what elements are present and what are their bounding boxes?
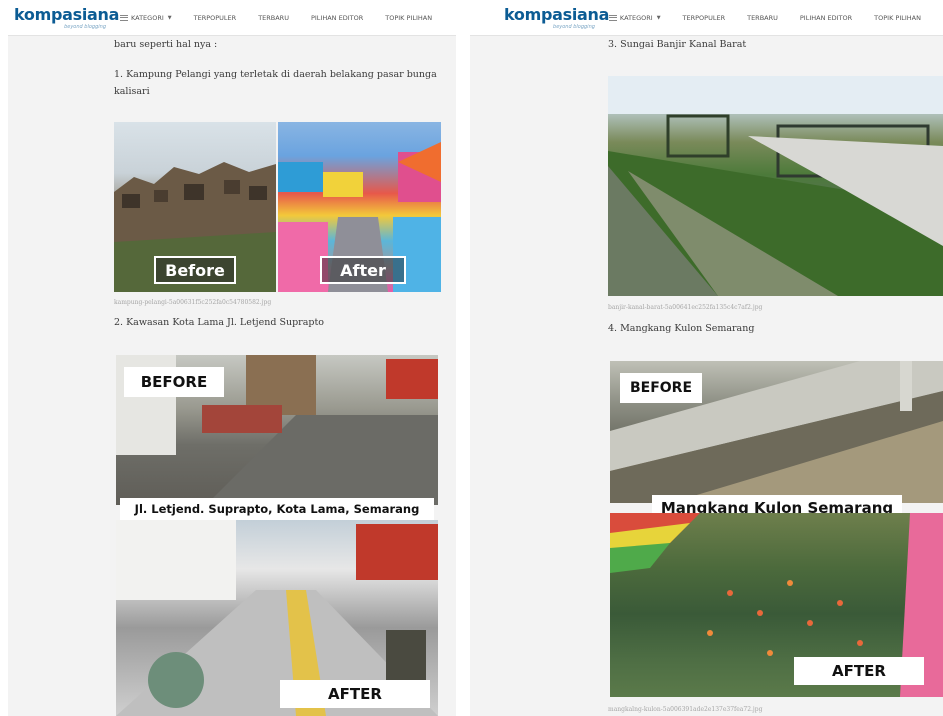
- image-caption-1: kampung-pelangi-5a00631f5c252fa0c5478058…: [114, 299, 272, 306]
- kampung-pelangi-before-image[interactable]: Before: [114, 122, 276, 292]
- after-label: AFTER: [280, 680, 430, 708]
- kompasiana-logo[interactable]: kompasiana beyond blogging: [504, 3, 609, 33]
- article-text-intro: baru seperti hal nya :: [114, 39, 218, 50]
- site-header: kompasiana beyond blogging KATEGORI ▼ TE…: [470, 0, 943, 36]
- after-label: After: [320, 256, 406, 284]
- nav-pilihan-editor[interactable]: PILIHAN EDITOR: [800, 14, 852, 22]
- site-header: kompasiana beyond blogging KATEGORI ▼ TE…: [8, 0, 456, 36]
- mangkang-kulon-before-image[interactable]: BEFORE: [610, 361, 943, 503]
- kota-lama-before-image[interactable]: BEFORE: [116, 355, 438, 505]
- location-overlay-label: Jl. Letjend. Suprapto, Kota Lama, Semara…: [120, 498, 434, 520]
- main-nav: KATEGORI ▼ TERPOPULER TERBARU PILIHAN ED…: [120, 14, 454, 22]
- kota-lama-after-image[interactable]: AFTER: [116, 520, 438, 716]
- nav-kategori[interactable]: KATEGORI ▼: [608, 14, 661, 22]
- canal-park-illustration: [608, 76, 943, 296]
- image-caption-4: mangkalng-kulon-5a006391ade2e137e37fea72…: [608, 706, 763, 713]
- nav-terpopuler[interactable]: TERPOPULER: [194, 14, 237, 22]
- nav-topik-pilihan[interactable]: TOPIK PILIHAN: [874, 14, 921, 22]
- after-label: AFTER: [794, 657, 924, 685]
- article-item-1-cont: kalisari: [114, 86, 150, 97]
- left-screenshot-panel: kompasiana beyond blogging KATEGORI ▼ TE…: [8, 0, 456, 716]
- article-item-3: 3. Sungai Banjir Kanal Barat: [608, 39, 747, 50]
- menu-icon: [120, 14, 128, 21]
- nav-topik-pilihan[interactable]: TOPIK PILIHAN: [385, 14, 432, 22]
- kampung-pelangi-after-image[interactable]: After: [278, 122, 441, 292]
- panel-divider: [456, 0, 470, 716]
- menu-icon: [608, 14, 617, 21]
- nav-terbaru[interactable]: TERBARU: [258, 14, 289, 22]
- kompasiana-logo[interactable]: kompasiana beyond blogging: [14, 3, 119, 33]
- before-label: BEFORE: [620, 373, 702, 403]
- nav-pilihan-editor[interactable]: PILIHAN EDITOR: [311, 14, 363, 22]
- nav-terpopuler[interactable]: TERPOPULER: [683, 14, 726, 22]
- main-nav: KATEGORI ▼ TERPOPULER TERBARU PILIHAN ED…: [608, 14, 943, 22]
- mangkang-kulon-after-image[interactable]: AFTER: [610, 513, 943, 697]
- before-label: BEFORE: [124, 367, 224, 397]
- nav-terbaru[interactable]: TERBARU: [747, 14, 778, 22]
- right-screenshot-panel: kompasiana beyond blogging KATEGORI ▼ TE…: [470, 0, 943, 716]
- article-item-2: 2. Kawasan Kota Lama Jl. Letjend Suprapt…: [114, 317, 324, 328]
- article-item-1: 1. Kampung Pelangi yang terletak di daer…: [114, 69, 437, 80]
- banjir-kanal-barat-image[interactable]: [608, 76, 943, 296]
- caret-down-icon: ▼: [656, 14, 661, 21]
- image-caption-3: banjir-kanal-barat-5a00641ec252fa135c4c7…: [608, 304, 763, 311]
- before-label: Before: [154, 256, 236, 284]
- nav-kategori[interactable]: KATEGORI ▼: [120, 14, 172, 22]
- article-item-4: 4. Mangkang Kulon Semarang: [608, 323, 755, 334]
- caret-down-icon: ▼: [167, 14, 172, 21]
